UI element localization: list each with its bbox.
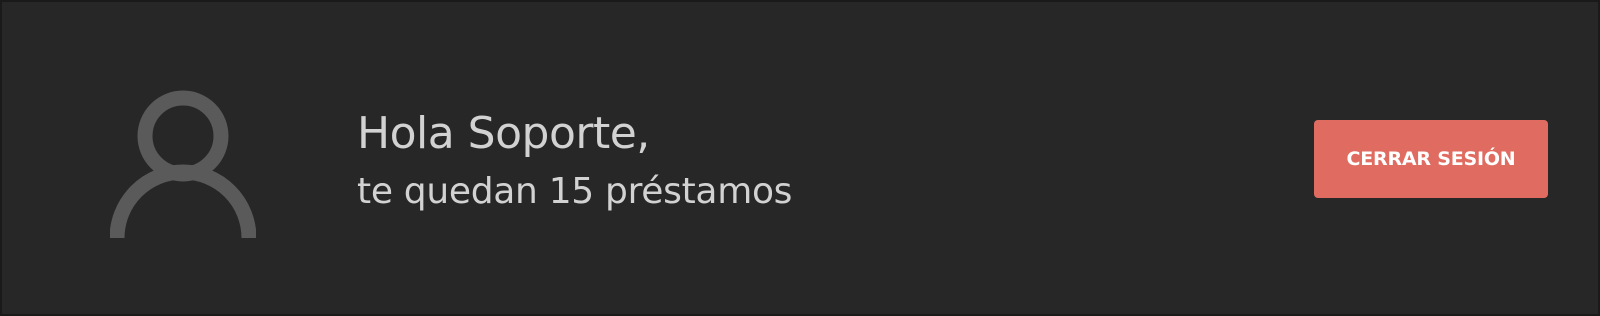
loans-remaining-text: te quedan 15 préstamos [357, 171, 793, 212]
user-welcome-panel: Hola Soporte, te quedan 15 préstamos CER… [0, 0, 1600, 316]
greeting-title: Hola Soporte, [357, 108, 650, 159]
logout-button[interactable]: CERRAR SESIÓN [1314, 120, 1548, 198]
user-icon [109, 86, 257, 239]
greeting-block: Hola Soporte, te quedan 15 préstamos [357, 104, 792, 218]
